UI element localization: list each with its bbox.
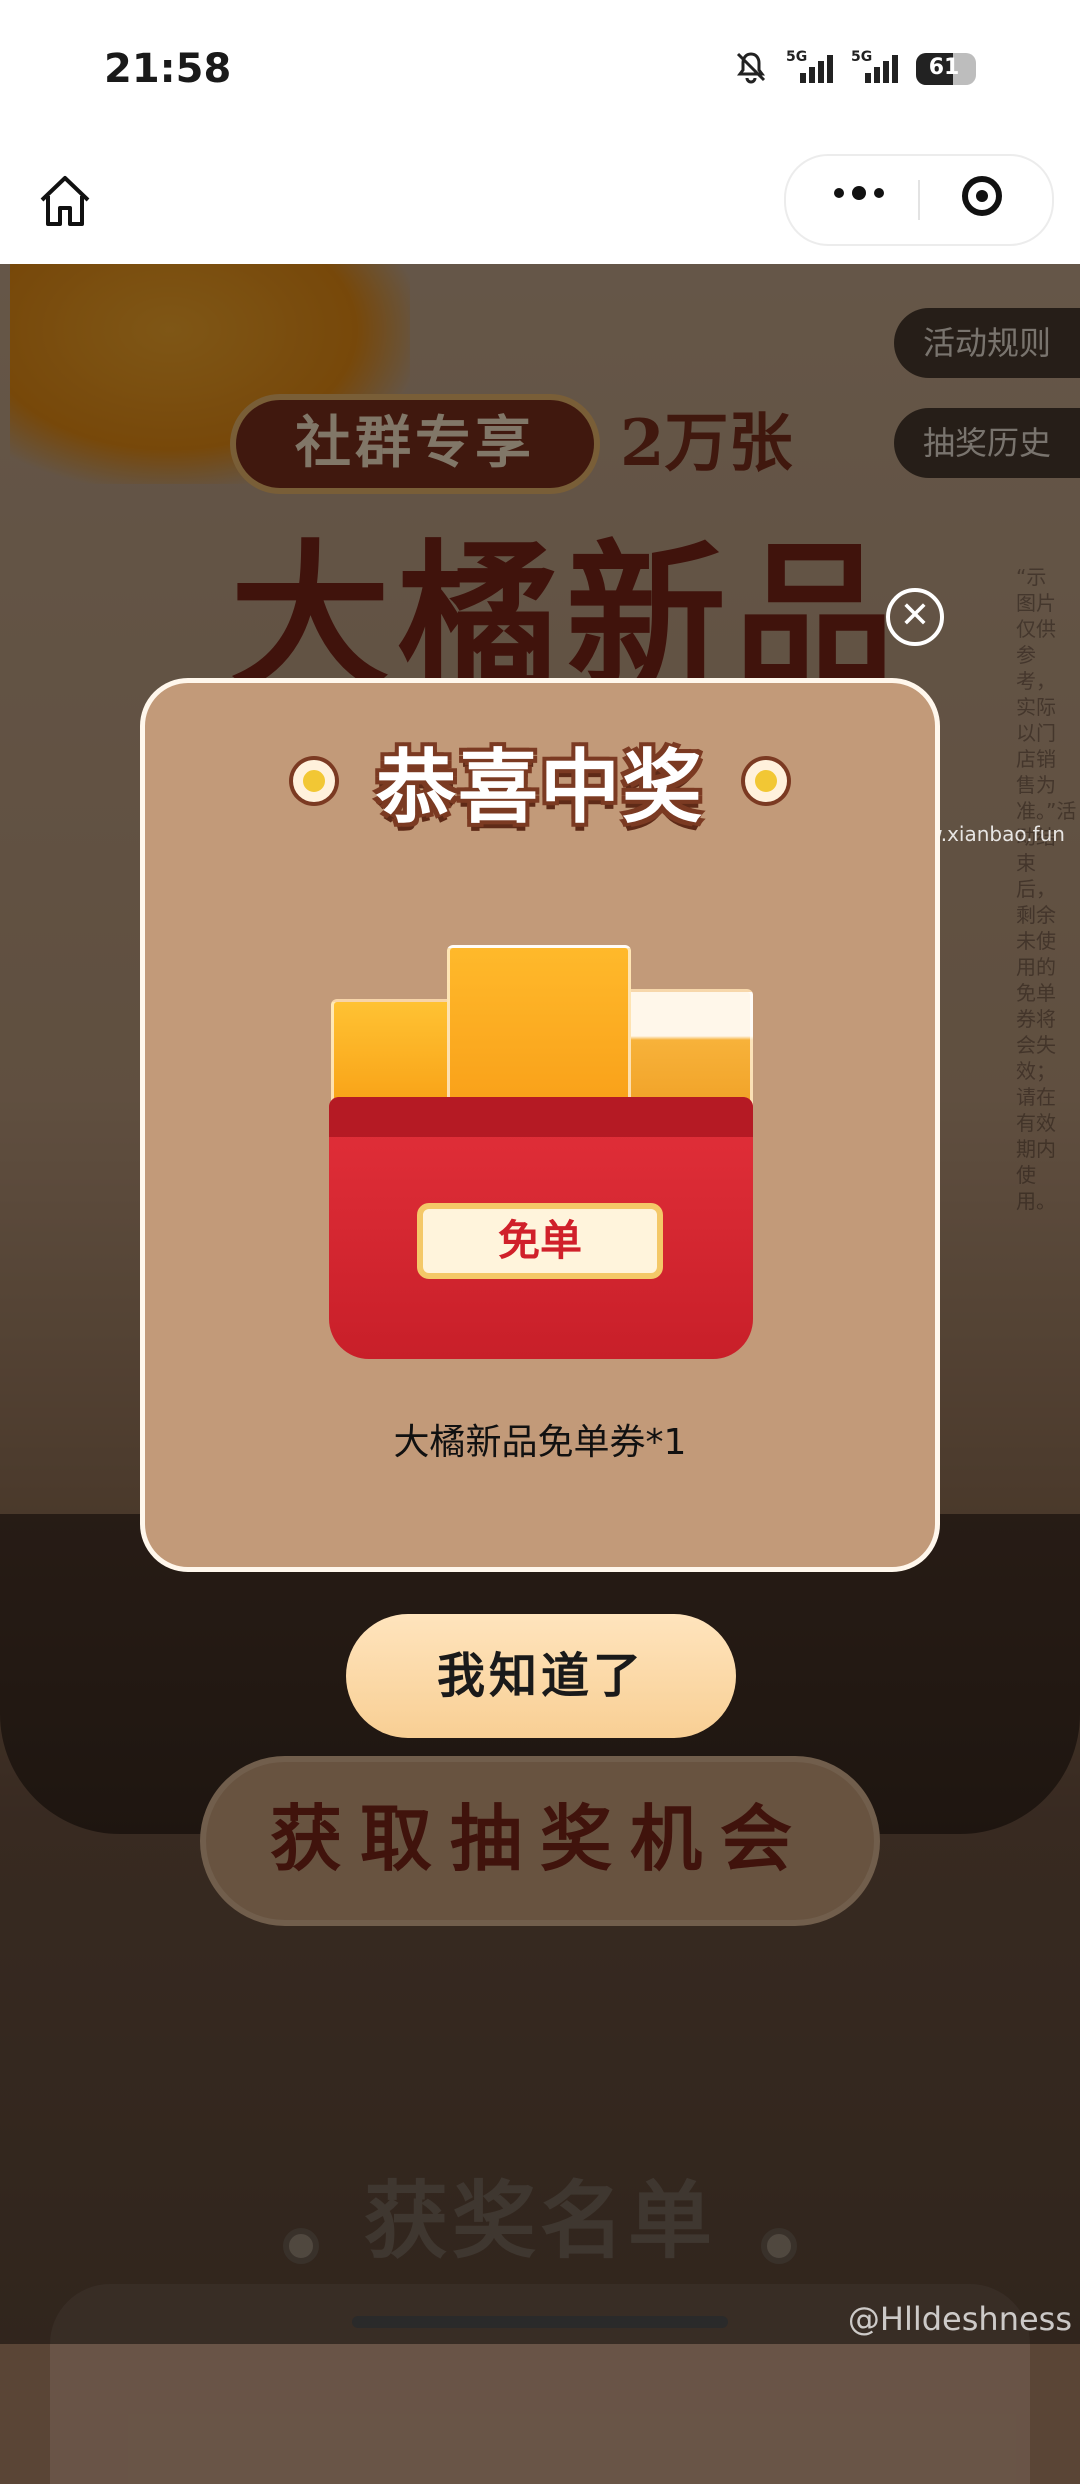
heading-dot-right — [745, 760, 788, 802]
nav-bar — [0, 150, 1080, 264]
clock: 21:58 — [104, 46, 232, 92]
prize-name: 大橘新品免单券*1 — [393, 1422, 687, 1463]
ok-button[interactable]: 我知道了 — [346, 1614, 736, 1738]
heading-dot-left — [292, 760, 335, 802]
modal-heading: 恭喜中奖 — [145, 723, 935, 839]
prize-modal: 恭喜中奖 免单 大橘新品免单券*1 — [140, 678, 940, 1572]
credit-text: @Hlldeshness — [847, 2300, 1072, 2338]
signal-2-icon: 5G — [851, 49, 898, 83]
signal-1-icon: 5G — [786, 49, 833, 83]
free-order-tag: 免单 — [417, 1203, 663, 1279]
close-icon[interactable]: ✕ — [886, 588, 944, 646]
battery-icon: 61 — [916, 53, 976, 85]
capsule-divider — [918, 180, 920, 220]
modal-title: 恭喜中奖 — [376, 741, 704, 834]
battery-level: 61 — [928, 55, 960, 80]
status-icons: 5G 5G 61 — [734, 49, 976, 88]
target-icon[interactable] — [962, 176, 1002, 216]
prize-image: 免单 — [325, 939, 765, 1359]
home-icon[interactable] — [34, 170, 96, 232]
mute-icon — [734, 50, 768, 88]
more-dots-icon[interactable] — [834, 186, 884, 200]
status-bar: 21:58 5G 5G 61 — [0, 0, 1080, 150]
capsule-menu — [784, 154, 1054, 246]
home-indicator[interactable] — [352, 2316, 728, 2328]
